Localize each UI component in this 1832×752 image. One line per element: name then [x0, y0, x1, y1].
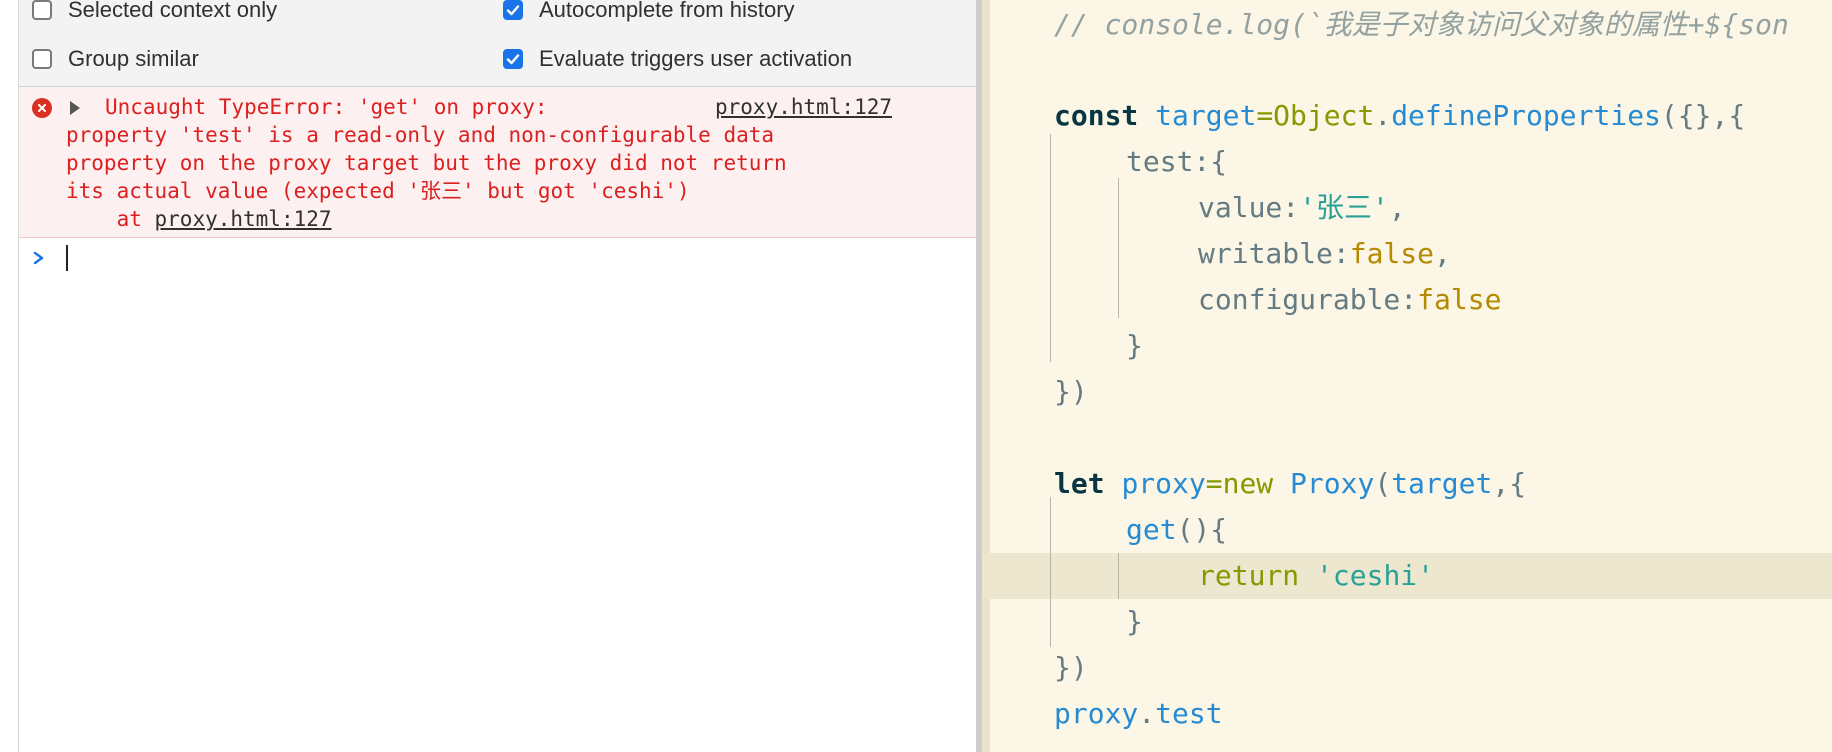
setting-evaluate-triggers-user-activation[interactable]: Evaluate triggers user activation: [503, 45, 852, 73]
keyword: const: [1054, 99, 1139, 132]
devtools-console-panel: Selected context only Autocomplete from …: [0, 0, 976, 752]
setting-label: Evaluate triggers user activation: [539, 46, 853, 71]
checkbox-autocomplete-from-history[interactable]: [503, 0, 523, 20]
identifier: Object: [1273, 99, 1375, 132]
console-settings-bar: Selected context only Autocomplete from …: [19, 0, 976, 87]
console-input-caret[interactable]: [66, 245, 68, 271]
punctuation: ({},{: [1660, 99, 1746, 132]
checkbox-group-similar[interactable]: [32, 49, 52, 69]
error-line-3: property on the proxy target but the pro…: [66, 151, 787, 175]
code-editor[interactable]: // console.log(`我是子对象访问父对象的属性+${son cons…: [982, 0, 1832, 752]
indent-guide: [1118, 553, 1119, 599]
identifier: target: [1155, 99, 1257, 132]
property-key: test:{: [1126, 145, 1228, 178]
setting-label: Selected context only: [68, 0, 278, 22]
code-line-proxy-test: proxy.test: [1054, 691, 1223, 737]
punctuation: ,: [1388, 191, 1406, 224]
code-line-value: value:'张三',: [1198, 185, 1406, 231]
punctuation: ,{: [1492, 467, 1527, 500]
property-key: writable:: [1198, 237, 1350, 270]
identifier: proxy: [1054, 697, 1139, 730]
function-name: defineProperties: [1391, 99, 1661, 132]
class-name: Proxy: [1290, 467, 1375, 500]
identifier: target: [1391, 467, 1493, 500]
editor-gutter: [982, 0, 990, 752]
punctuation: }: [1126, 605, 1143, 638]
stack-at-word: at: [66, 207, 155, 231]
console-error-message: Uncaught TypeError: 'get' on proxy: prop…: [19, 87, 976, 238]
setting-label: Group similar: [68, 46, 199, 71]
comment-text: // console.log(`我是子对象访问父对象的属性+${son: [1054, 8, 1789, 41]
boolean-literal: false: [1349, 237, 1435, 270]
property-key: value:: [1198, 191, 1300, 224]
setting-selected-context-only[interactable]: Selected context only: [32, 0, 277, 24]
code-line-let: let proxy=new Proxy(target,{: [1054, 461, 1526, 507]
indent-guide: [1050, 497, 1051, 647]
code-line-configurable: configurable:false: [1198, 277, 1501, 323]
keyword: return: [1198, 559, 1300, 592]
function-name: get: [1126, 513, 1177, 546]
checkbox-selected-context-only[interactable]: [32, 0, 52, 20]
identifier: proxy: [1121, 467, 1206, 500]
punctuation: .: [1374, 99, 1392, 132]
chevron-right-icon: [33, 251, 44, 265]
boolean-literal: false: [1417, 283, 1502, 316]
punctuation: (: [1374, 467, 1392, 500]
punctuation: }): [1054, 375, 1088, 408]
code-line-test: test:{: [1126, 139, 1227, 185]
operator: =: [1205, 467, 1223, 500]
error-line-2: property 'test' is a read-only and non-c…: [66, 123, 775, 147]
checkbox-evaluate-triggers-user-activation[interactable]: [503, 49, 523, 69]
punctuation: }): [1054, 651, 1088, 684]
error-line-1: Uncaught TypeError: 'get' on proxy:: [105, 95, 548, 119]
app-window: Selected context only Autocomplete from …: [0, 0, 1832, 752]
property-key: configurable:: [1198, 283, 1418, 316]
code-line-close-inner: }: [1126, 323, 1143, 369]
code-line-close-proxy: }): [1054, 645, 1088, 691]
code-line-close-get: }: [1126, 599, 1143, 645]
error-line-4: its actual value (expected '张三' but got …: [66, 179, 690, 203]
punctuation: ,: [1434, 237, 1451, 270]
code-line-const: const target=Object.defineProperties({},…: [1054, 93, 1745, 139]
punctuation: (){: [1176, 513, 1228, 546]
error-icon: [32, 98, 52, 118]
string-literal: '张三': [1299, 191, 1389, 224]
code-line-writable: writable:false,: [1198, 231, 1451, 277]
indent-guide: [1050, 134, 1051, 362]
error-source-link[interactable]: proxy.html:127: [715, 93, 892, 121]
error-stack-line: at proxy.html:127: [66, 207, 332, 231]
stack-source-link[interactable]: proxy.html:127: [155, 207, 332, 231]
operator: =: [1256, 99, 1274, 132]
checkmark-icon: [506, 5, 520, 16]
setting-autocomplete-from-history[interactable]: Autocomplete from history: [503, 0, 795, 24]
code-line-return: return 'ceshi': [1198, 553, 1434, 599]
punctuation: .: [1138, 697, 1156, 730]
punctuation: }: [1126, 329, 1143, 362]
string-literal: 'ceshi': [1316, 559, 1435, 592]
checkmark-icon: [506, 54, 520, 65]
keyword: new: [1222, 467, 1274, 500]
keyword: let: [1054, 467, 1105, 500]
indent-guide: [1118, 178, 1119, 318]
console-prompt: [33, 246, 45, 270]
property-name: test: [1155, 697, 1223, 730]
setting-label: Autocomplete from history: [539, 0, 795, 22]
code-line-comment: // console.log(`我是子对象访问父对象的属性+${son: [1054, 2, 1789, 48]
code-line-get: get(){: [1126, 507, 1227, 553]
setting-group-similar[interactable]: Group similar: [32, 45, 199, 73]
code-line-close-outer: }): [1054, 369, 1088, 415]
